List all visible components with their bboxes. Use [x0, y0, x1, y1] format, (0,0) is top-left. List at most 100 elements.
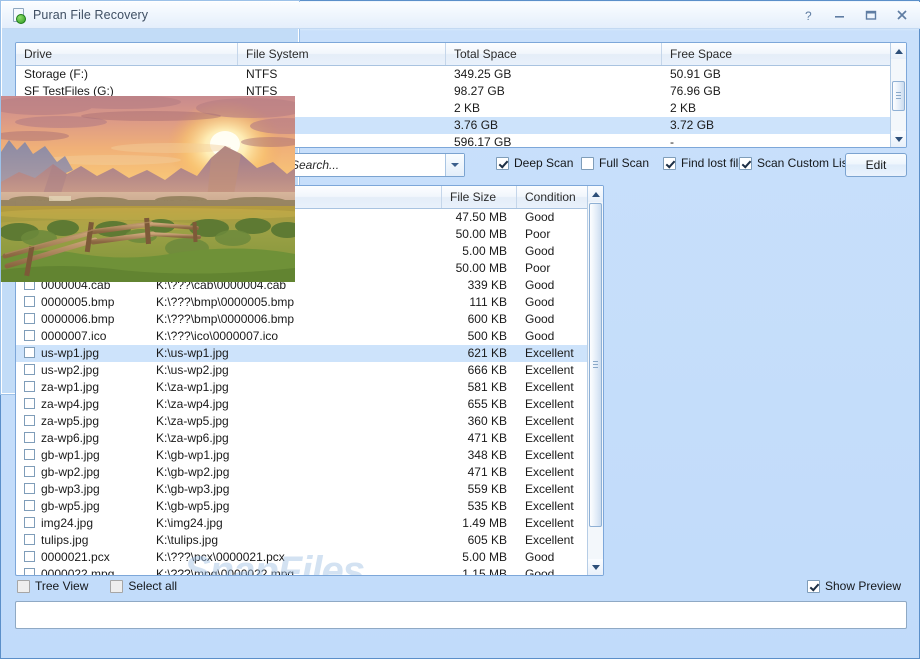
drive-cell-drive: Storage (F:)	[16, 66, 238, 83]
file-row-checkbox[interactable]	[24, 415, 35, 426]
scroll-down-icon[interactable]	[588, 559, 603, 575]
file-row-checkbox[interactable]	[24, 534, 35, 545]
file-cell-size: 5.00 MB	[442, 243, 517, 260]
file-row[interactable]: gb-wp2.jpgK:\gb-wp2.jpg471 KBExcellent	[16, 464, 603, 481]
file-row[interactable]: za-wp6.jpgK:\za-wp6.jpg471 KBExcellent	[16, 430, 603, 447]
file-cell-filename-text: 0000006.bmp	[41, 312, 114, 326]
file-row[interactable]: us-wp1.jpgK:\us-wp1.jpg621 KBExcellent	[16, 345, 603, 362]
file-cell-condition: Excellent	[517, 515, 589, 532]
file-row[interactable]: 0000022.mpgK:\???\mpg\0000022.mpg1.15 MB…	[16, 566, 603, 576]
find-lost-files-checkbox[interactable]: Find lost files	[663, 156, 751, 170]
drive-list-scrollbar[interactable]	[890, 43, 906, 147]
status-log-box[interactable]	[15, 601, 907, 629]
drive-col-drive[interactable]: Drive	[16, 43, 238, 65]
file-row-checkbox[interactable]	[24, 364, 35, 375]
drive-cell-fs: NTFS	[238, 66, 446, 83]
file-row[interactable]: 0000021.pcxK:\???\pcx\0000021.pcx5.00 MB…	[16, 549, 603, 566]
search-combobox[interactable]	[282, 153, 465, 177]
preview-image	[1, 96, 295, 282]
drive-cell-free: -	[662, 134, 890, 148]
file-row-checkbox[interactable]	[24, 381, 35, 392]
minimize-icon[interactable]	[832, 7, 848, 23]
file-cell-size: 47.50 MB	[442, 209, 517, 226]
svg-text:?: ?	[805, 9, 812, 22]
file-cell-size: 1.15 MB	[442, 566, 517, 576]
file-row[interactable]: 0000006.bmpK:\???\bmp\0000006.bmp600 KBG…	[16, 311, 603, 328]
file-cell-condition: Excellent	[517, 345, 589, 362]
file-cell-path: K:\gb-wp1.jpg	[148, 447, 442, 464]
file-cell-condition: Good	[517, 294, 589, 311]
file-cell-condition: Excellent	[517, 532, 589, 549]
edit-button[interactable]: Edit	[845, 153, 907, 177]
file-row[interactable]: us-wp2.jpgK:\us-wp2.jpg666 KBExcellent	[16, 362, 603, 379]
file-list-scrollbar[interactable]	[587, 186, 603, 575]
file-cell-path: K:\us-wp1.jpg	[148, 345, 442, 362]
file-scroll-thumb[interactable]	[589, 203, 602, 527]
deep-scan-checkbox[interactable]: Deep Scan	[496, 156, 573, 170]
full-scan-checkbox[interactable]: Full Scan	[581, 156, 649, 170]
show-preview-checkbox[interactable]: Show Preview	[807, 579, 901, 593]
file-cell-path: K:\za-wp6.jpg	[148, 430, 442, 447]
title-bar: Puran File Recovery ?	[2, 2, 920, 29]
close-icon[interactable]	[894, 7, 910, 23]
file-cell-filename: za-wp4.jpg	[16, 396, 148, 413]
file-cell-filename: gb-wp2.jpg	[16, 464, 148, 481]
file-row[interactable]: tulips.jpgK:\tulips.jpg605 KBExcellent	[16, 532, 603, 549]
scroll-up-icon[interactable]	[891, 43, 906, 59]
scroll-up-icon[interactable]	[588, 186, 603, 202]
file-row-checkbox[interactable]	[24, 432, 35, 443]
file-row[interactable]: img24.jpgK:\img24.jpg1.49 MBExcellent	[16, 515, 603, 532]
status-log-text	[16, 602, 906, 612]
file-row-checkbox[interactable]	[24, 568, 35, 576]
search-input[interactable]	[289, 157, 443, 173]
select-all-checkbox[interactable]: Select all	[110, 579, 177, 593]
window-title: Puran File Recovery	[33, 8, 148, 22]
scroll-down-icon[interactable]	[891, 131, 906, 147]
file-row-checkbox[interactable]	[24, 347, 35, 358]
application-window: Puran File Recovery ? Drive File System …	[0, 0, 920, 659]
file-cell-size: 471 KB	[442, 430, 517, 447]
file-row[interactable]: za-wp5.jpgK:\za-wp5.jpg360 KBExcellent	[16, 413, 603, 430]
file-row-checkbox[interactable]	[24, 398, 35, 409]
tree-view-checkbox[interactable]: Tree View	[17, 579, 88, 593]
file-cell-size: 50.00 MB	[442, 226, 517, 243]
file-cell-path: K:\gb-wp2.jpg	[148, 464, 442, 481]
file-row-checkbox[interactable]	[24, 517, 35, 528]
file-row[interactable]: gb-wp1.jpgK:\gb-wp1.jpg348 KBExcellent	[16, 447, 603, 464]
drive-cell-total: 3.76 GB	[446, 117, 662, 134]
drive-scroll-thumb[interactable]	[892, 81, 905, 111]
file-cell-filename-text: us-wp1.jpg	[41, 346, 99, 360]
file-row-checkbox[interactable]	[24, 296, 35, 307]
file-row[interactable]: za-wp4.jpgK:\za-wp4.jpg655 KBExcellent	[16, 396, 603, 413]
scan-custom-list-checkbox[interactable]: Scan Custom List	[739, 156, 851, 170]
file-row-checkbox[interactable]	[24, 500, 35, 511]
file-row[interactable]: gb-wp5.jpgK:\gb-wp5.jpg535 KBExcellent	[16, 498, 603, 515]
help-icon[interactable]: ?	[801, 7, 817, 23]
file-row-checkbox[interactable]	[24, 551, 35, 562]
checkmark-icon	[496, 157, 509, 170]
file-cell-filename-text: za-wp4.jpg	[41, 397, 99, 411]
file-row[interactable]: 0000005.bmpK:\???\bmp\0000005.bmp111 KBG…	[16, 294, 603, 311]
drive-col-free-space[interactable]: Free Space	[662, 43, 890, 65]
file-row-checkbox[interactable]	[24, 483, 35, 494]
file-row-checkbox[interactable]	[24, 449, 35, 460]
file-col-condition[interactable]: Condition	[517, 186, 589, 208]
file-row-checkbox[interactable]	[24, 466, 35, 477]
file-cell-filename: za-wp6.jpg	[16, 430, 148, 447]
file-row[interactable]: 0000007.icoK:\???\ico\0000007.ico500 KBG…	[16, 328, 603, 345]
drive-row[interactable]: Storage (F:)NTFS349.25 GB50.91 GB	[16, 66, 906, 83]
file-cell-filename-text: 0000021.pcx	[41, 550, 110, 564]
checkbox-empty-icon	[110, 580, 123, 593]
drive-col-total-space[interactable]: Total Space	[446, 43, 662, 65]
file-row[interactable]: za-wp1.jpgK:\za-wp1.jpg581 KBExcellent	[16, 379, 603, 396]
maximize-icon[interactable]	[863, 7, 879, 23]
file-row-checkbox[interactable]	[24, 313, 35, 324]
drive-col-filesystem[interactable]: File System	[238, 43, 446, 65]
full-scan-label: Full Scan	[599, 156, 649, 170]
file-row[interactable]: gb-wp3.jpgK:\gb-wp3.jpg559 KBExcellent	[16, 481, 603, 498]
file-col-filesize[interactable]: File Size	[442, 186, 517, 208]
checkmark-icon	[663, 157, 676, 170]
file-row-checkbox[interactable]	[24, 330, 35, 341]
file-cell-filename: gb-wp3.jpg	[16, 481, 148, 498]
chevron-down-icon[interactable]	[445, 154, 464, 176]
